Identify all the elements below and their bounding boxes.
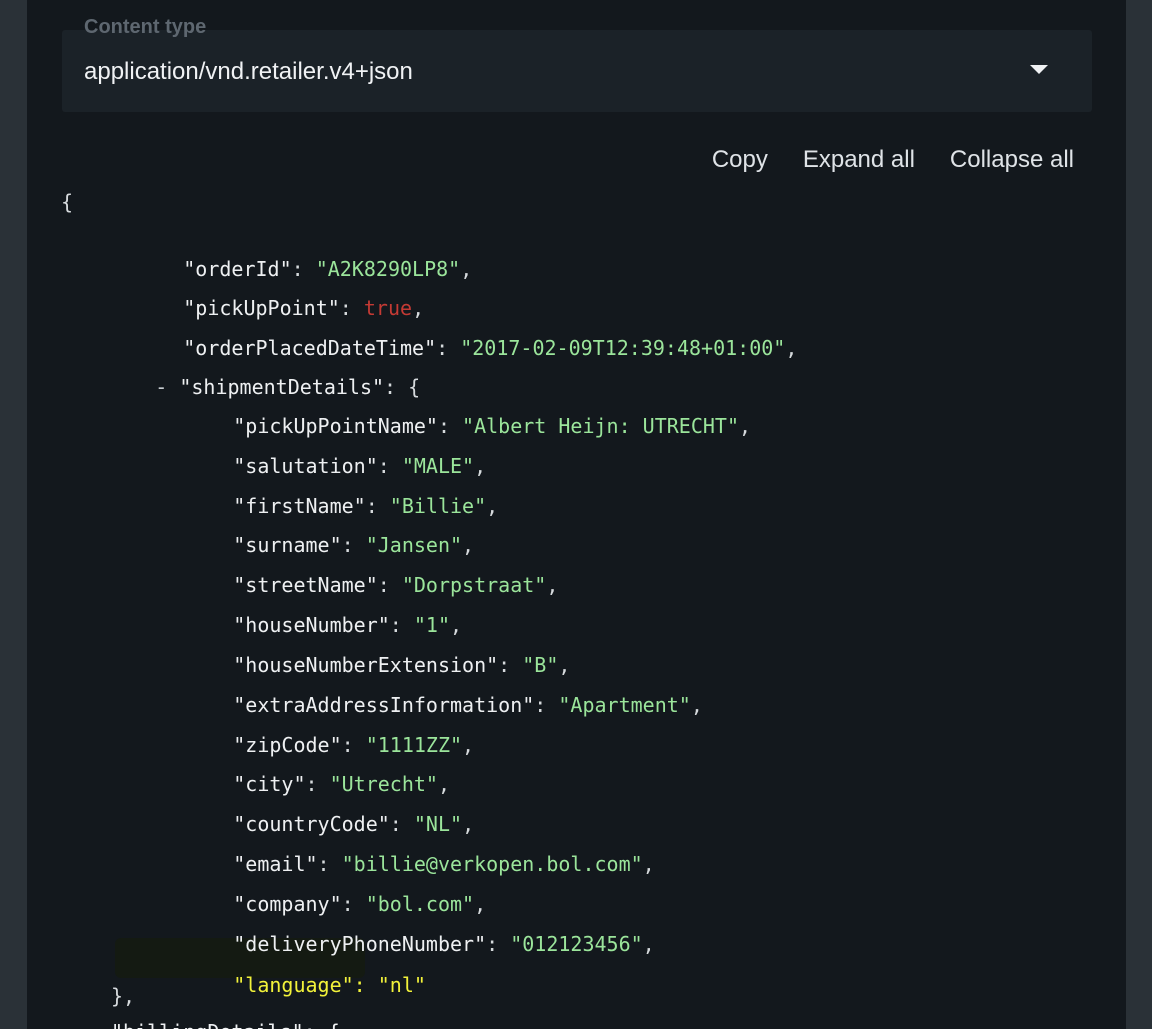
json-row-email: "email": "billie@verkopen.bol.com",: [161, 822, 654, 876]
content-type-label: Content type: [84, 16, 207, 38]
json-row-city: "city": "Utrecht",: [161, 742, 450, 796]
json-row-company: "company": "bol.com",: [161, 862, 486, 916]
json-comma: ,: [739, 414, 752, 438]
json-row-countryCode: "countryCode": "NL",: [161, 782, 474, 836]
content-type-select[interactable]: Content type application/vnd.retailer.v4…: [62, 16, 1092, 112]
json-colon: :: [353, 973, 378, 997]
json-row-pickUpPointName: "pickUpPointName": "Albert Heijn: UTRECH…: [161, 384, 751, 438]
json-value: "Albert Heijn: UTRECHT": [462, 414, 739, 438]
json-row-billingDetails-partial: "billingDetails": {: [111, 1018, 340, 1029]
json-value: "Apartment": [558, 693, 691, 717]
json-close-shipment: },: [111, 984, 136, 1008]
json-row-orderPlacedDateTime: "orderPlacedDateTime": "2017-02-09T12:39…: [111, 306, 797, 360]
json-value: "nl": [377, 973, 426, 997]
json-viewer: { "orderId": "A2K8290LP8", "pickUpPoint"…: [27, 0, 797, 1029]
json-row-surname: "surname": "Jansen",: [161, 503, 474, 557]
json-row-streetName: "streetName": "Dorpstraat",: [161, 543, 558, 597]
collapse-all-button[interactable]: Collapse all: [950, 146, 1074, 174]
response-example-panel: Content type application/vnd.retailer.v4…: [27, 0, 1126, 1029]
json-comma: ,: [642, 852, 655, 876]
caret-down-icon[interactable]: [1030, 65, 1048, 74]
json-row-salutation: "salutation": "MALE",: [161, 424, 486, 478]
json-row-pickUpPoint: "pickUpPoint": true,: [111, 266, 424, 320]
json-row-extraAddressInformation: "extraAddressInformation": "Apartment",: [161, 663, 703, 717]
json-comma: ,: [486, 494, 499, 518]
json-row-orderId: "orderId": "A2K8290LP8",: [111, 227, 472, 281]
json-row-shipmentDetails: - "shipmentDetails": {: [83, 345, 420, 399]
expand-all-button[interactable]: Expand all: [803, 146, 915, 174]
json-row-houseNumberExtension: "houseNumberExtension": "B",: [161, 623, 570, 677]
json-comma: ,: [462, 733, 475, 757]
json-key: "language": [233, 973, 354, 997]
json-row-language: "language": "nl": [161, 943, 426, 997]
json-row-zipCode: "zipCode": "1111ZZ",: [161, 703, 474, 757]
json-open-brace: {: [61, 190, 74, 214]
json-comma: ,: [785, 336, 798, 360]
json-toolbar: Copy Expand all Collapse all: [712, 146, 1074, 174]
copy-button[interactable]: Copy: [712, 146, 768, 174]
json-value: "012123456": [510, 932, 643, 956]
json-comma: ,: [460, 257, 473, 281]
json-row-deliveryPhoneNumber: "deliveryPhoneNumber": "012123456",: [161, 902, 654, 956]
json-row-houseNumber: "houseNumber": "1",: [161, 583, 462, 637]
content-type-value[interactable]: application/vnd.retailer.v4+json: [84, 58, 413, 86]
json-row-firstName: "firstName": "Billie",: [161, 464, 498, 518]
json-colon: :: [436, 336, 461, 360]
json-comma: ,: [690, 693, 703, 717]
json-comma: ,: [642, 932, 655, 956]
json-comma: ,: [546, 573, 559, 597]
json-colon: :: [486, 932, 511, 956]
json-value: "2017-02-09T12:39:48+01:00": [460, 336, 786, 360]
json-colon: :: [534, 693, 559, 717]
